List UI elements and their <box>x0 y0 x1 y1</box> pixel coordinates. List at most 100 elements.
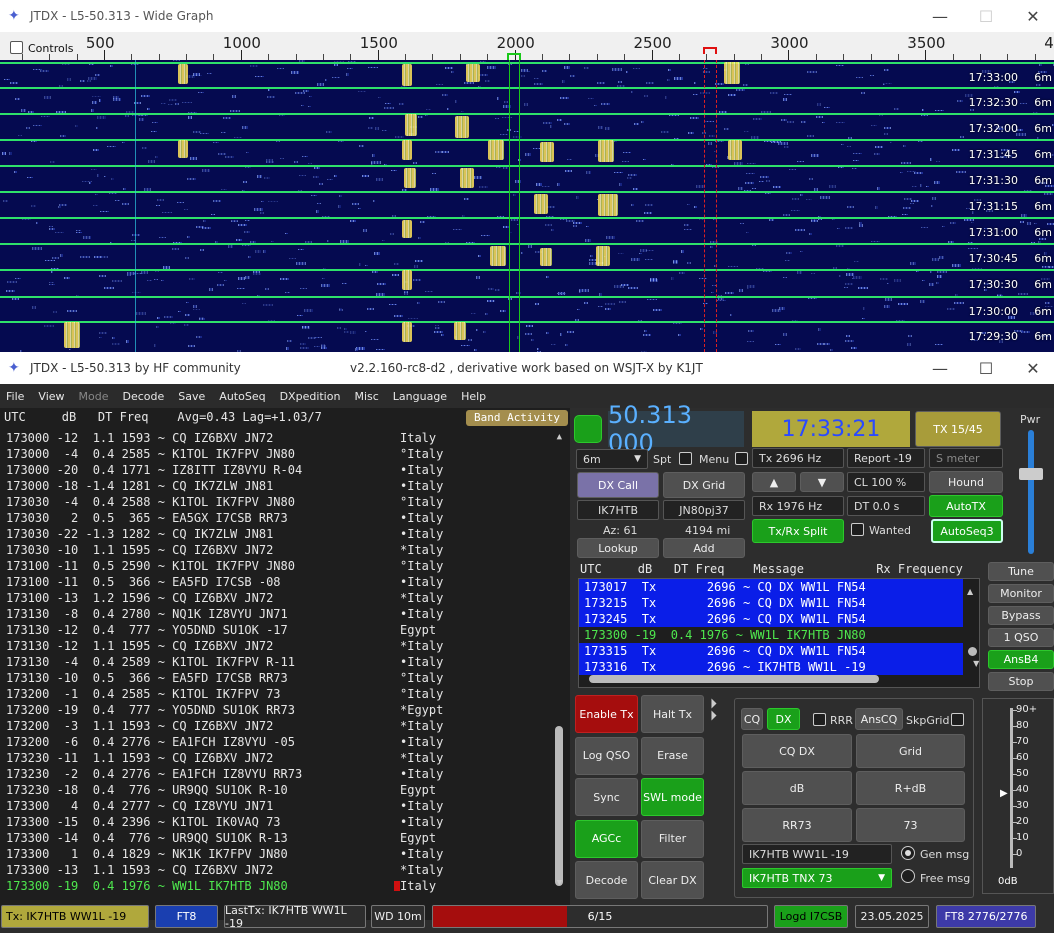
band-activity-line[interactable]: 173000 -4 0.4 2585 ~ K1TOL IK7FPV JN80 °I… <box>0 446 550 462</box>
band-activity-line[interactable]: 173200 -1 0.4 2585 ~ K1TOL IK7FPV 73 °Ita… <box>0 686 550 702</box>
swl-mode-button[interactable]: SWL mode <box>641 778 704 816</box>
band-activity-line[interactable]: 173230 -18 0.4 776 ~ UR9QQ SU1OK R-10 Egy… <box>0 782 550 798</box>
band-activity-line[interactable]: 173000 -12 1.1 1593 ~ CQ IZ6BXV JN72 Ital… <box>0 430 550 446</box>
cq-dx-msg-button[interactable]: CQ DX <box>742 734 852 768</box>
band-activity-line[interactable]: 173300 1 0.4 1829 ~ NK1K IK7FPV JN80 •Ita… <box>0 846 550 862</box>
band-activity-line[interactable]: 173030 2 0.5 365 ~ EA5GX I7CSB RR73 •Ital… <box>0 510 550 526</box>
menu-item-language[interactable]: Language <box>393 390 447 403</box>
sync-button[interactable]: Sync <box>575 778 638 816</box>
minimize-icon[interactable]: — <box>917 352 963 384</box>
band-activity-line[interactable]: 173300 -14 0.4 776 ~ UR9QQ SU1OK R-13 Egy… <box>0 830 550 846</box>
power-slider-handle[interactable] <box>1019 468 1043 480</box>
band-activity-line[interactable]: 173200 -19 0.4 777 ~ YO5DND SU1OK RR73 *E… <box>0 702 550 718</box>
dx-call-field[interactable]: IK7HTB <box>577 500 659 520</box>
report-spinbox[interactable]: Report -19 <box>847 448 925 468</box>
band-activity-line[interactable]: 173300 -15 0.4 2396 ~ K1TOL IK0VAQ 73 •It… <box>0 814 550 830</box>
band-activity-line[interactable]: 173300 4 0.4 2777 ~ CQ IZ8VYU JN71 •Italy <box>0 798 550 814</box>
waterfall[interactable]: 17:33:00 6m 17:32:30 6m 17:32:00 6m 17:31:45 6m… <box>0 60 1054 352</box>
tx-frequency[interactable]: Tx 2696 Hz <box>752 448 844 468</box>
band-activity-line[interactable]: 173100 -13 1.2 1596 ~ CQ IZ6BXV JN72 *Ita… <box>0 590 550 606</box>
free-msg-radio[interactable] <box>901 869 915 883</box>
tx-up-button[interactable]: ▲ <box>752 472 796 492</box>
tune-button[interactable]: Tune <box>988 562 1054 581</box>
band-activity-line[interactable]: 173100 -11 0.5 366 ~ EA5FD I7CSB -08 •Ita… <box>0 574 550 590</box>
cq-button[interactable]: CQ <box>741 708 763 730</box>
filter-button[interactable]: Filter <box>641 819 704 858</box>
grid-msg-button[interactable]: Grid <box>856 734 965 768</box>
cl-spinbox[interactable]: CL 100 % <box>847 472 925 492</box>
frequency-ruler[interactable]: Controls 500 1000 1500 2000 2500 3000 3500 4 <box>0 32 1054 60</box>
band-activity-line[interactable]: 173230 -11 1.1 1593 ~ CQ IZ6BXV JN72 *Ita… <box>0 750 550 766</box>
band-activity-line[interactable]: 173030 -10 1.1 1595 ~ CQ IZ6BXV JN72 *Ita… <box>0 542 550 558</box>
bypass-button[interactable]: Bypass <box>988 606 1054 625</box>
tx-rx-split-button[interactable]: Tx/Rx Split <box>752 519 844 543</box>
band-activity-line[interactable]: 173100 -11 0.5 2590 ~ K1TOL IK7FPV JN80 °… <box>0 558 550 574</box>
spt-checkbox[interactable] <box>679 452 692 465</box>
menu-item-view[interactable]: View <box>38 390 64 403</box>
band-activity-line[interactable]: 173000 -18 -1.4 1281 ~ CQ IK7ZLW JN81 •It… <box>0 478 550 494</box>
band-select[interactable]: 6m ▼ <box>576 449 648 469</box>
rx-message-line[interactable]: 173316 Tx 2696 ~ IK7HTB WW1L -19 <box>579 659 963 675</box>
rx-message-line[interactable]: 173300 -19 0.4 1976 ~ WW1L IK7HTB JN80 <box>579 627 963 643</box>
dx-grid-field[interactable]: JN80pj37 <box>663 500 745 520</box>
minimize-icon[interactable]: — <box>917 0 963 32</box>
menu-item-save[interactable]: Save <box>178 390 205 403</box>
close-icon[interactable]: ✕ <box>1010 0 1054 32</box>
monitor-button[interactable]: Monitor <box>988 584 1054 603</box>
rr73-msg-button[interactable]: RR73 <box>742 808 852 842</box>
rx-message-line[interactable]: 173245 Tx 2696 ~ CQ DX WW1L FN54 <box>579 611 963 627</box>
decode-button[interactable]: Decode <box>575 861 638 899</box>
power-slider-track[interactable] <box>1028 430 1034 554</box>
s-meter-field[interactable]: S meter <box>929 448 1003 468</box>
tx-indicator-button[interactable] <box>574 415 602 443</box>
tx-down-button[interactable]: ▼ <box>800 472 844 492</box>
dial-frequency[interactable]: 50.313 000 <box>608 401 744 457</box>
lookup-button[interactable]: Lookup <box>577 538 659 558</box>
band-activity-line[interactable]: 173130 -10 0.5 366 ~ EA5FD I7CSB RR73 °It… <box>0 670 550 686</box>
log-qso-button[interactable]: Log QSO <box>575 736 638 775</box>
menu-checkbox[interactable] <box>735 452 748 465</box>
gen-msg-field[interactable]: IK7HTB WW1L -19 <box>742 844 892 864</box>
gen-msg-radio[interactable] <box>901 846 915 860</box>
free-msg-select[interactable]: IK7HTB TNX 73 ▼ <box>742 868 892 888</box>
scroll-down-icon[interactable]: ▼ <box>557 878 562 888</box>
band-activity-line[interactable]: 173300 -13 1.1 1593 ~ CQ IZ6BXV JN72 *Ita… <box>0 862 550 878</box>
maximize-icon[interactable]: ☐ <box>963 0 1009 32</box>
wanted-checkbox[interactable] <box>851 523 864 536</box>
menu-item-file[interactable]: File <box>6 390 24 403</box>
band-activity-line[interactable]: 173300 -19 0.4 1976 ~ WW1L IK7HTB JN80 It… <box>0 878 550 894</box>
menu-item-decode[interactable]: Decode <box>123 390 165 403</box>
anscq-button[interactable]: AnsCQ <box>855 708 903 730</box>
add-button[interactable]: Add <box>663 538 745 558</box>
rx-scrollbar[interactable]: ▲ ▼ <box>967 583 979 671</box>
stop-button[interactable]: Stop <box>988 672 1054 691</box>
dx-button[interactable]: DX <box>767 708 800 730</box>
menu-item-autoseq[interactable]: AutoSeq <box>219 390 265 403</box>
band-activity-button[interactable]: Band Activity <box>466 410 568 426</box>
r-db-msg-button[interactable]: R+dB <box>856 771 965 805</box>
close-icon[interactable]: ✕ <box>1010 352 1054 384</box>
rx-message-line[interactable]: 173315 Tx 2696 ~ CQ DX WW1L FN54 <box>579 643 963 659</box>
band-activity-line[interactable]: 173130 -12 0.4 777 ~ YO5DND SU1OK -17 Egy… <box>0 622 550 638</box>
tx-period-button[interactable]: TX 15/45 <box>915 411 1001 447</box>
rrr-checkbox[interactable] <box>813 713 826 726</box>
clear-dx-button[interactable]: Clear DX <box>641 861 704 899</box>
dx-grid-button[interactable]: DX Grid <box>663 472 745 498</box>
scroll-up-icon[interactable]: ▲ <box>557 432 562 442</box>
menu-item-misc[interactable]: Misc <box>354 390 378 403</box>
autoseq3-button[interactable]: AutoSeq3 <box>931 519 1003 543</box>
rx-frequency[interactable]: Rx 1976 Hz <box>752 496 844 516</box>
enable-tx-button[interactable]: Enable Tx <box>575 695 638 733</box>
db-msg-button[interactable]: dB <box>742 771 852 805</box>
1-qso-button[interactable]: 1 QSO <box>988 628 1054 647</box>
autotx-button[interactable]: AutoTX <box>929 495 1003 517</box>
ansb4-button[interactable]: AnsB4 <box>988 650 1054 669</box>
rx-message-line[interactable]: 173017 Tx 2696 ~ CQ DX WW1L FN54 <box>579 579 963 595</box>
band-activity-line[interactable]: 173200 -3 1.1 1593 ~ CQ IZ6BXV JN72 *Ital… <box>0 718 550 734</box>
band-activity-line[interactable]: 173130 -4 0.4 2589 ~ K1TOL IK7FPV R-11 •I… <box>0 654 550 670</box>
maximize-icon[interactable]: ☐ <box>963 352 1009 384</box>
band-activity-line[interactable]: 173200 -6 0.4 2776 ~ EA1FCH IZ8VYU -05 •I… <box>0 734 550 750</box>
rx-hscrollbar[interactable] <box>589 675 879 683</box>
band-activity-line[interactable]: 173030 -22 -1.3 1282 ~ CQ IK7ZLW JN81 •It… <box>0 526 550 542</box>
rx-message-line[interactable]: 173215 Tx 2696 ~ CQ DX WW1L FN54 <box>579 595 963 611</box>
